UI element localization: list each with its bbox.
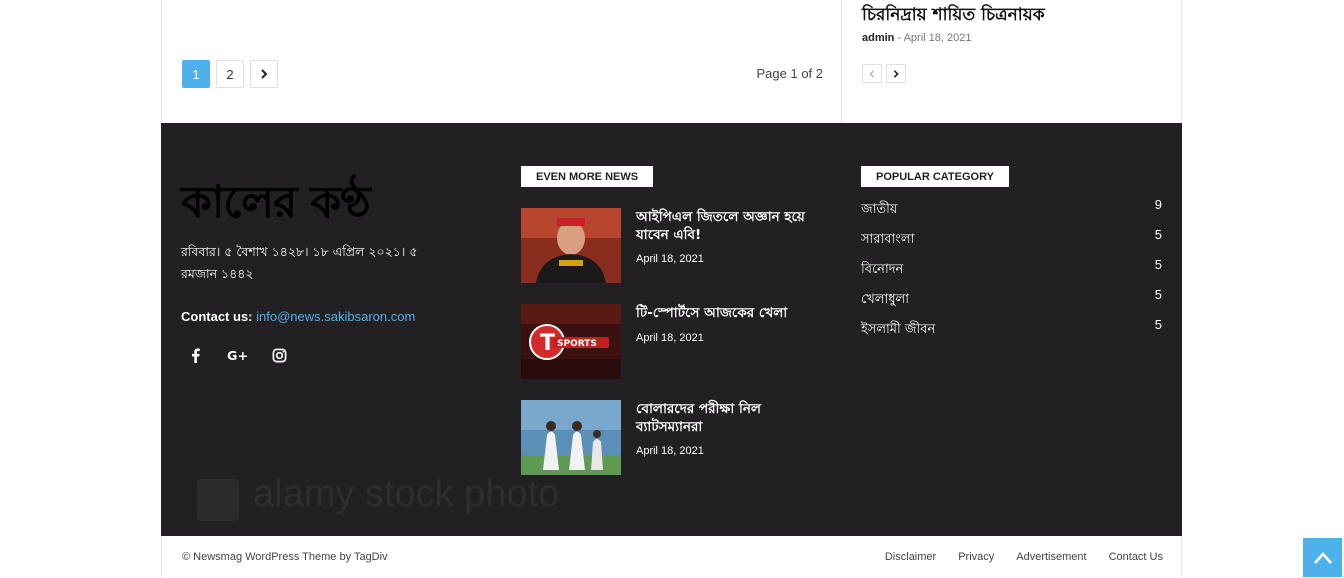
category-item[interactable]: ইসলামী জীবন 5 bbox=[861, 317, 1162, 350]
svg-text:G+: G+ bbox=[227, 348, 247, 363]
watermark-logo bbox=[197, 479, 239, 521]
meta-separator: - bbox=[897, 32, 902, 44]
category-name[interactable]: ইসলামী জীবন bbox=[861, 320, 935, 341]
instagram-icon[interactable] bbox=[269, 345, 289, 365]
google-plus-icon[interactable]: G+ bbox=[227, 345, 247, 365]
copyright-text: © Newsmag WordPress Theme by TagDiv bbox=[182, 551, 388, 563]
watermark: alamy stock photo bbox=[253, 473, 560, 515]
footer-menu: Disclaimer Privacy Advertisement Contact… bbox=[885, 551, 1163, 563]
news-title[interactable]: আইপিএল জিতলে অজ্ঞান হয়ে যাবেন এবি! bbox=[636, 208, 816, 244]
prev-button[interactable] bbox=[862, 64, 882, 83]
category-count: 9 bbox=[1154, 197, 1162, 212]
category-name[interactable]: জাতীয় bbox=[861, 200, 898, 221]
contact-label: Contact us: bbox=[181, 309, 253, 324]
footer-link-disclaimer[interactable]: Disclaimer bbox=[885, 551, 936, 563]
category-count: 5 bbox=[1154, 227, 1162, 242]
category-name[interactable]: খেলাধুলা bbox=[861, 290, 909, 311]
page-count: Page 1 of 2 bbox=[756, 66, 824, 81]
footer-link-contact-us[interactable]: Contact Us bbox=[1109, 551, 1163, 563]
next-page-button[interactable] bbox=[250, 60, 278, 88]
page-1-button[interactable]: 1 bbox=[182, 60, 210, 88]
back-to-top-button[interactable] bbox=[1303, 538, 1342, 577]
even-more-news-title: EVEN MORE NEWS bbox=[521, 166, 654, 187]
chevron-left-icon bbox=[869, 69, 875, 78]
news-item: T SPORTS টি-স্পোর্টসে আজকের খেলা April 1… bbox=[521, 304, 821, 380]
news-date: April 18, 2021 bbox=[636, 445, 704, 457]
footer-logo[interactable]: কালের কণ্ঠ bbox=[181, 169, 371, 242]
contact-email-link[interactable]: info@news.sakibsaron.com bbox=[256, 309, 415, 324]
category-item[interactable]: সারাবাংলা 5 bbox=[861, 227, 1162, 260]
chevron-up-icon bbox=[1313, 551, 1332, 564]
category-count: 5 bbox=[1154, 287, 1162, 302]
news-thumbnail[interactable] bbox=[521, 208, 621, 283]
news-date: April 18, 2021 bbox=[636, 253, 704, 265]
sidebar-post-meta: admin - April 18, 2021 bbox=[862, 32, 971, 44]
footer-date-line: রবিবার। ৫ বৈশাখ ১৪২৮। ১৮ এপ্রিল ২০২১। ৫ … bbox=[181, 244, 418, 281]
post-date: April 18, 2021 bbox=[903, 32, 972, 44]
category-count: 5 bbox=[1154, 257, 1162, 272]
next-button[interactable] bbox=[886, 64, 906, 83]
news-thumbnail[interactable]: T SPORTS bbox=[521, 304, 621, 379]
post-author[interactable]: admin bbox=[862, 32, 894, 44]
category-item[interactable]: খেলাধুলা 5 bbox=[861, 287, 1162, 320]
popular-category-title: POPULAR CATEGORY bbox=[861, 166, 1009, 187]
page: 1 2 Page 1 of 2 চিরনিদ্রায় শায়িত চিত্র… bbox=[0, 0, 1344, 578]
news-thumbnail[interactable] bbox=[521, 400, 621, 475]
main-column: 1 2 Page 1 of 2 bbox=[162, 0, 842, 123]
chevron-right-icon bbox=[261, 69, 268, 79]
category-name[interactable]: বিনোদন bbox=[861, 260, 903, 281]
page-2-button[interactable]: 2 bbox=[216, 60, 244, 88]
facebook-icon[interactable] bbox=[185, 345, 205, 365]
news-title[interactable]: বোলারদের পরীক্ষা নিল ব্যাটসম্যানরা bbox=[636, 400, 816, 436]
chevron-right-icon bbox=[893, 69, 899, 78]
svg-text:SPORTS: SPORTS bbox=[557, 339, 597, 349]
footer-link-advertisement[interactable]: Advertisement bbox=[1016, 551, 1086, 563]
news-title[interactable]: টি-স্পোর্টসে আজকের খেলা bbox=[636, 304, 816, 322]
footer-contact: Contact us: info@news.sakibsaron.com bbox=[181, 309, 415, 324]
sidebar-column: চিরনিদ্রায় শায়িত চিত্রনায়ক admin - Ap… bbox=[842, 0, 1182, 123]
sub-footer: © Newsmag WordPress Theme by TagDiv Disc… bbox=[161, 536, 1182, 578]
content-area: 1 2 Page 1 of 2 চিরনিদ্রায় শায়িত চিত্র… bbox=[161, 0, 1182, 123]
category-item[interactable]: জাতীয় 9 bbox=[861, 197, 1162, 230]
category-list: জাতীয় 9 সারাবাংলা 5 বিনোদন 5 খেলাধুলা 5… bbox=[861, 197, 1162, 350]
pagination: 1 2 bbox=[182, 60, 278, 88]
footer: alamy stock photo কালের কণ্ঠ রবিবার। ৫ ব… bbox=[161, 123, 1182, 536]
news-item: বোলারদের পরীক্ষা নিল ব্যাটসম্যানরা April… bbox=[521, 400, 821, 476]
footer-link-privacy[interactable]: Privacy bbox=[958, 551, 994, 563]
category-name[interactable]: সারাবাংলা bbox=[861, 230, 914, 251]
thumb-logo-letter: T bbox=[540, 331, 555, 356]
social-icons: G+ bbox=[185, 345, 289, 365]
sidebar-pager bbox=[862, 64, 906, 83]
category-item[interactable]: বিনোদন 5 bbox=[861, 257, 1162, 290]
news-item: আইপিএল জিতলে অজ্ঞান হয়ে যাবেন এবি! Apri… bbox=[521, 208, 821, 284]
category-count: 5 bbox=[1154, 317, 1162, 332]
sidebar-post-title[interactable]: চিরনিদ্রায় শায়িত চিত্রনায়ক bbox=[862, 2, 1045, 30]
news-date: April 18, 2021 bbox=[636, 332, 704, 344]
